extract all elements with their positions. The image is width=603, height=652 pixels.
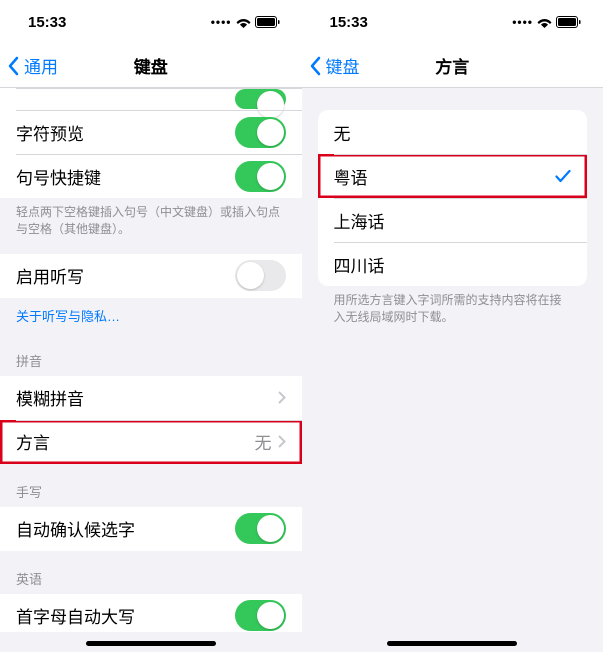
dialect-footer: 用所选方言键入字词所需的支持内容将在接入无线局域网时下载。 <box>302 286 603 334</box>
status-time: 15:33 <box>28 14 66 31</box>
partial-row <box>0 88 302 110</box>
char-preview-label: 字符预览 <box>16 120 235 145</box>
period-shortcut-row[interactable]: 句号快捷键 <box>0 154 302 198</box>
status-indicators: •••• <box>211 15 280 29</box>
option-label: 无 <box>334 120 572 145</box>
status-bar: 15:33 •••• <box>0 0 302 44</box>
option-label: 粤语 <box>334 164 556 189</box>
char-preview-toggle[interactable] <box>235 117 286 148</box>
option-shanghainese[interactable]: 上海话 <box>318 198 588 242</box>
option-label: 上海话 <box>334 208 572 233</box>
nav-bar: 键盘 方言 <box>302 44 603 88</box>
status-time: 15:33 <box>330 14 368 31</box>
chevron-left-icon <box>8 56 24 76</box>
dictation-toggle[interactable] <box>235 260 286 291</box>
option-label: 四川话 <box>334 252 572 277</box>
auto-confirm-row[interactable]: 自动确认候选字 <box>0 507 302 551</box>
auto-confirm-label: 自动确认候选字 <box>16 516 235 541</box>
chevron-right-icon <box>278 435 286 448</box>
handwriting-group: 自动确认候选字 <box>0 507 302 551</box>
home-indicator[interactable] <box>86 641 216 646</box>
wifi-icon <box>537 17 552 28</box>
toggle-partial[interactable] <box>235 89 286 109</box>
signal-icon: •••• <box>512 15 533 29</box>
status-bar: 15:33 •••• <box>302 0 603 44</box>
dictation-label: 启用听写 <box>16 263 235 288</box>
english-group: 首字母自动大写 检查拼写 输入预测 滑行键入时逐词删除 <box>0 594 302 632</box>
battery-icon <box>556 16 581 28</box>
chevron-right-icon <box>278 391 286 404</box>
dialect-value: 无 <box>255 429 272 454</box>
back-button[interactable]: 通用 <box>0 53 58 78</box>
pinyin-header: 拼音 <box>0 333 302 376</box>
period-shortcut-toggle[interactable] <box>235 161 286 192</box>
option-sichuanese[interactable]: 四川话 <box>318 242 588 286</box>
dialect-options-group: 无 粤语 上海话 四川话 <box>318 110 588 286</box>
battery-icon <box>255 16 280 28</box>
wifi-icon <box>236 17 251 28</box>
dialect-row[interactable]: 方言 无 <box>0 420 302 464</box>
handwriting-header: 手写 <box>0 464 302 507</box>
fuzzy-pinyin-row[interactable]: 模糊拼音 <box>0 376 302 420</box>
dictation-row[interactable]: 启用听写 <box>0 254 302 298</box>
option-cantonese[interactable]: 粤语 <box>318 154 588 198</box>
back-label: 通用 <box>24 53 58 78</box>
home-indicator[interactable] <box>387 641 517 646</box>
dictation-privacy-link[interactable]: 关于听写与隐私… <box>0 298 302 333</box>
fuzzy-pinyin-label: 模糊拼音 <box>16 385 278 410</box>
auto-cap-row[interactable]: 首字母自动大写 <box>0 594 302 632</box>
pinyin-group: 模糊拼音 方言 无 <box>0 376 302 464</box>
back-label: 键盘 <box>326 53 360 78</box>
status-indicators: •••• <box>512 15 581 29</box>
auto-cap-toggle[interactable] <box>235 600 286 631</box>
back-button[interactable]: 键盘 <box>302 53 360 78</box>
auto-confirm-toggle[interactable] <box>235 513 286 544</box>
option-none[interactable]: 无 <box>318 110 588 154</box>
top-group: 字符预览 句号快捷键 <box>0 88 302 198</box>
english-header: 英语 <box>0 551 302 594</box>
signal-icon: •••• <box>211 15 232 29</box>
period-shortcut-label: 句号快捷键 <box>16 164 235 189</box>
dialect-label: 方言 <box>16 429 255 454</box>
dictation-group: 启用听写 <box>0 254 302 298</box>
chevron-left-icon <box>310 56 326 76</box>
auto-cap-label: 首字母自动大写 <box>16 603 235 628</box>
char-preview-row[interactable]: 字符预览 <box>0 110 302 154</box>
top-footer: 轻点两下空格键插入句号（中文键盘）或插入句点与空格（其他键盘）。 <box>0 198 302 246</box>
checkmark-icon <box>555 169 571 183</box>
nav-bar: 通用 键盘 <box>0 44 302 88</box>
